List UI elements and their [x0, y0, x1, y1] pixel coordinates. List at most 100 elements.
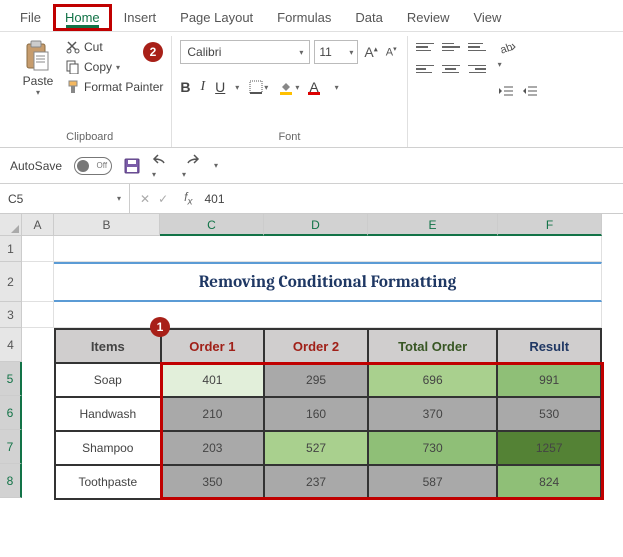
tab-view[interactable]: View — [461, 4, 513, 31]
font-size-select[interactable]: 11 ▾ — [314, 40, 358, 64]
font-name-select[interactable]: Calibri▾ — [180, 40, 310, 64]
chevron-down-icon: ▾ — [349, 48, 353, 57]
font-color-button[interactable]: A▾ — [309, 78, 338, 96]
rowhead-8[interactable]: 8 — [0, 464, 22, 498]
cell-a2[interactable] — [22, 262, 54, 302]
enter-formula-button[interactable]: ✓ — [158, 192, 168, 206]
cell-e5[interactable]: 696 — [368, 363, 498, 397]
tab-formulas[interactable]: Formulas — [265, 4, 343, 31]
cut-label: Cut — [84, 40, 103, 54]
colhead-c[interactable]: C — [160, 214, 264, 236]
align-middle-button[interactable] — [442, 40, 460, 54]
decrease-font-button[interactable]: A▾ — [384, 45, 399, 59]
colhead-d[interactable]: D — [264, 214, 368, 236]
th-order1[interactable]: Order 1 — [161, 329, 265, 363]
formula-bar: C5▾ ✕ ✓ fx 401 — [0, 184, 623, 214]
customize-qat-button[interactable]: ▾ — [214, 161, 218, 170]
autosave-toggle[interactable]: Off — [74, 157, 112, 175]
cell-d6[interactable]: 160 — [264, 397, 368, 431]
cancel-formula-button[interactable]: ✕ — [140, 192, 150, 206]
tab-data[interactable]: Data — [343, 4, 394, 31]
align-center-button[interactable] — [442, 62, 460, 76]
redo-button[interactable]: ▾ — [182, 152, 200, 180]
cells: Removing Conditional Formatting Items Or… — [22, 236, 602, 500]
rowhead-3[interactable]: 3 — [0, 302, 22, 328]
rowhead-4[interactable]: 4 — [0, 328, 22, 362]
colhead-b[interactable]: B — [54, 214, 160, 236]
group-alignment: ab▾ — [408, 36, 546, 147]
rowhead-2[interactable]: 2 — [0, 262, 22, 302]
font-size-value: 11 — [319, 45, 331, 59]
cell-b5[interactable]: Soap — [55, 363, 161, 397]
copy-button[interactable]: Copy ▾ — [66, 60, 163, 74]
tab-home[interactable]: Home — [53, 4, 112, 31]
align-top-button[interactable] — [416, 40, 434, 54]
colhead-e[interactable]: E — [368, 214, 498, 236]
tab-review[interactable]: Review — [395, 4, 462, 31]
increase-indent-button[interactable] — [522, 84, 538, 98]
cell-d7[interactable]: 527 — [264, 431, 368, 465]
name-box-value: C5 — [8, 192, 23, 206]
cell-c5[interactable]: 401 — [161, 363, 265, 397]
rowhead-5[interactable]: 5 — [0, 362, 22, 396]
select-all-corner[interactable] — [0, 214, 22, 236]
decrease-indent-button[interactable] — [498, 84, 514, 98]
cell-d5[interactable]: 295 — [264, 363, 368, 397]
orientation-button[interactable]: ab▾ — [498, 40, 538, 70]
th-totalorder[interactable]: Total Order — [368, 329, 498, 363]
border-button[interactable]: ▾ — [249, 80, 268, 94]
cell-d8[interactable]: 237 — [264, 465, 368, 499]
group-label-font: Font — [278, 127, 300, 147]
paste-button[interactable]: Paste ▾ — [16, 40, 60, 97]
tab-file[interactable]: File — [8, 4, 53, 31]
copy-icon — [66, 60, 80, 74]
cell-b7[interactable]: Shampoo — [55, 431, 161, 465]
format-painter-button[interactable]: Format Painter — [66, 80, 163, 94]
cell-f5[interactable]: 991 — [497, 363, 601, 397]
italic-button[interactable]: I — [200, 79, 205, 95]
cell-f8[interactable]: 824 — [497, 465, 601, 499]
cell-e7[interactable]: 730 — [368, 431, 498, 465]
th-order2[interactable]: Order 2 — [264, 329, 368, 363]
cell-a3[interactable] — [22, 302, 54, 328]
cell-f6[interactable]: 530 — [497, 397, 601, 431]
cell-c6[interactable]: 210 — [161, 397, 265, 431]
scissors-icon — [66, 40, 80, 54]
cell-e6[interactable]: 370 — [368, 397, 498, 431]
align-right-button[interactable] — [468, 62, 486, 76]
save-button[interactable] — [124, 158, 140, 174]
group-label-alignment — [475, 127, 478, 147]
cell-c8[interactable]: 350 — [161, 465, 265, 499]
rowhead-1[interactable]: 1 — [0, 236, 22, 262]
name-box[interactable]: C5▾ — [0, 184, 130, 213]
colhead-a[interactable]: A — [22, 214, 54, 236]
rowhead-7[interactable]: 7 — [0, 430, 22, 464]
align-left-button[interactable] — [416, 62, 434, 76]
rowhead-6[interactable]: 6 — [0, 396, 22, 430]
cell-b1-f1[interactable] — [54, 236, 602, 262]
ribbon-tabs: File Home Insert Page Layout Formulas Da… — [0, 0, 623, 32]
undo-button[interactable]: ▾ — [152, 152, 170, 180]
cell-b3-f3[interactable] — [54, 302, 602, 328]
chevron-down-icon: ▾ — [235, 83, 239, 92]
bold-button[interactable]: B — [180, 79, 190, 95]
cell-a1[interactable] — [22, 236, 54, 262]
cell-f7[interactable]: 1257 — [497, 431, 601, 465]
fx-icon[interactable]: fx — [178, 190, 198, 207]
tab-insert[interactable]: Insert — [112, 4, 169, 31]
increase-font-button[interactable]: A▴ — [362, 44, 379, 60]
copy-label: Copy — [84, 60, 112, 74]
title-cell[interactable]: Removing Conditional Formatting — [54, 262, 602, 302]
align-bottom-button[interactable] — [468, 40, 486, 54]
th-items[interactable]: Items — [55, 329, 161, 363]
cell-b8[interactable]: Toothpaste — [55, 465, 161, 499]
underline-button[interactable]: U — [215, 79, 225, 95]
fill-color-button[interactable]: ▾ — [278, 79, 299, 95]
th-result[interactable]: Result — [497, 329, 601, 363]
colhead-f[interactable]: F — [498, 214, 602, 236]
formula-input[interactable]: 401 — [198, 192, 623, 206]
cell-e8[interactable]: 587 — [368, 465, 498, 499]
cell-b6[interactable]: Handwash — [55, 397, 161, 431]
tab-pagelayout[interactable]: Page Layout — [168, 4, 265, 31]
cell-c7[interactable]: 203 — [161, 431, 265, 465]
